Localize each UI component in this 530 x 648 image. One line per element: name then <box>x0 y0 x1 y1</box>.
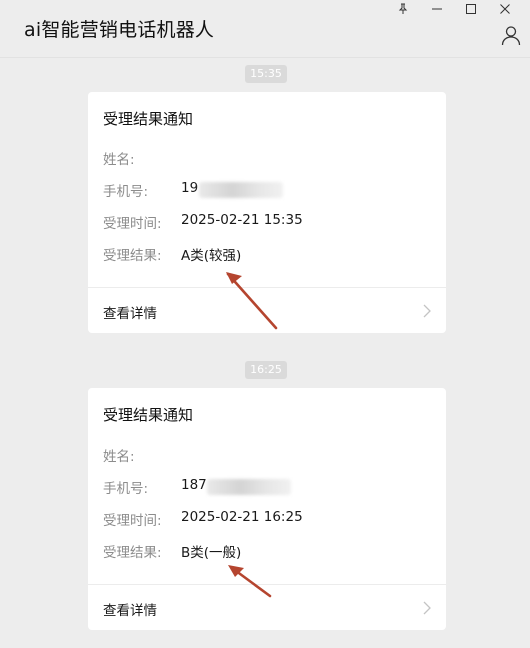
timestamp: 15:35 <box>245 65 287 83</box>
field-label: 手机号: <box>103 184 149 200</box>
field-label: 受理时间: <box>103 513 162 529</box>
field-value: 187 <box>181 477 207 493</box>
view-details-link[interactable]: 查看详情 <box>103 599 157 619</box>
minimize-icon[interactable] <box>420 0 454 18</box>
annotation-arrow <box>226 272 278 330</box>
field-value: 19 <box>181 180 199 196</box>
window-controls <box>386 0 522 18</box>
field-label: 受理结果: <box>103 248 162 264</box>
field-label: 受理时间: <box>103 216 162 232</box>
field-label: 姓名: <box>103 449 135 465</box>
field-label: 受理结果: <box>103 545 162 561</box>
field-label: 姓名: <box>103 152 135 168</box>
window-title: ai智能营销电话机器人 <box>24 19 215 41</box>
field-value: 2025-02-21 16:25 <box>181 509 303 525</box>
field-label: 手机号: <box>103 481 149 497</box>
card-title: 受理结果通知 <box>103 406 194 424</box>
view-details-link[interactable]: 查看详情 <box>103 302 157 322</box>
annotation-arrow <box>228 565 272 598</box>
field-value: A类(较强) <box>181 248 242 264</box>
redacted-phone <box>199 182 283 198</box>
field-value: B类(一般) <box>181 545 242 561</box>
redacted-phone <box>207 479 291 495</box>
chat-area[interactable]: 15:35 受理结果通知 姓名: 手机号: 19 受理时间: 2025-02-2… <box>0 58 530 648</box>
user-icon[interactable] <box>500 24 522 46</box>
title-bar: ai智能营销电话机器人 <box>0 0 530 58</box>
field-value: 2025-02-21 15:35 <box>181 212 303 228</box>
card-title: 受理结果通知 <box>103 110 194 128</box>
maximize-icon[interactable] <box>454 0 488 18</box>
pin-icon[interactable] <box>386 0 420 18</box>
close-icon[interactable] <box>488 0 522 18</box>
chevron-right-icon[interactable] <box>422 304 432 318</box>
timestamp: 16:25 <box>245 361 287 379</box>
chevron-right-icon[interactable] <box>422 601 432 615</box>
